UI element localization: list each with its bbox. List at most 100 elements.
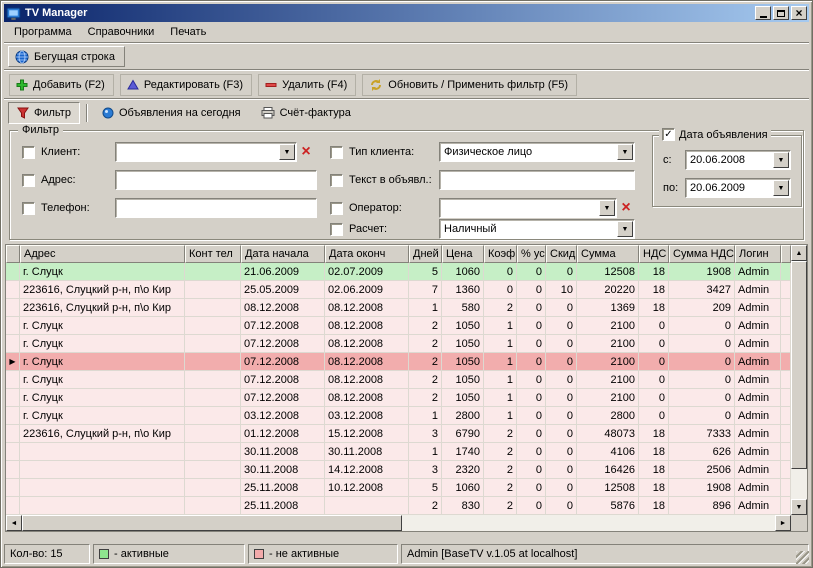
column-header[interactable]: Сумма НДС [669, 245, 735, 263]
grid-cell[interactable]: 08.12.2008 [241, 299, 325, 317]
date-from-combo[interactable]: 20.06.2008 ▼ [685, 150, 791, 170]
column-header[interactable]: Коэф [484, 245, 517, 263]
column-header[interactable]: НДС [639, 245, 669, 263]
grid-cell[interactable]: 580 [442, 299, 484, 317]
grid-cell[interactable]: 2 [409, 335, 442, 353]
grid-cell[interactable]: 626 [669, 443, 735, 461]
grid-cell[interactable]: 18 [639, 299, 669, 317]
grid-cell[interactable]: 0 [517, 353, 546, 371]
row-indicator[interactable] [6, 317, 20, 335]
grid-cell[interactable]: 0 [669, 335, 735, 353]
grid-cell[interactable]: 1360 [442, 281, 484, 299]
grid-cell[interactable]: 2100 [577, 389, 639, 407]
grid-cell[interactable]: 1369 [577, 299, 639, 317]
grid-cell[interactable]: 0 [546, 371, 577, 389]
grid-cell[interactable] [325, 497, 409, 515]
grid-cell[interactable]: 0 [517, 497, 546, 515]
menu-program[interactable]: Программа [6, 24, 80, 40]
chevron-down-icon[interactable]: ▼ [773, 152, 789, 168]
grid-cell[interactable]: г. Слуцк [20, 353, 185, 371]
grid-cell[interactable]: 25.05.2009 [241, 281, 325, 299]
grid-cell[interactable]: 2 [409, 389, 442, 407]
grid-cell[interactable]: 2100 [577, 317, 639, 335]
chevron-down-icon[interactable]: ▼ [617, 221, 633, 237]
row-indicator[interactable] [6, 389, 20, 407]
grid-cell[interactable]: 1060 [442, 479, 484, 497]
column-header[interactable]: Сумма [577, 245, 639, 263]
grid-cell[interactable]: 0 [639, 371, 669, 389]
grid-cell[interactable]: 08.12.2008 [325, 299, 409, 317]
grid-cell[interactable]: Admin [735, 353, 781, 371]
grid-cell[interactable]: 7333 [669, 425, 735, 443]
grid-cell[interactable]: 0 [546, 479, 577, 497]
grid-cell[interactable]: 25.11.2008 [241, 497, 325, 515]
grid-cell[interactable]: 0 [669, 317, 735, 335]
text-checkbox[interactable] [330, 173, 343, 187]
grid-cell[interactable]: 5 [409, 479, 442, 497]
grid-cell[interactable] [185, 443, 241, 461]
grid-cell[interactable]: 07.12.2008 [241, 317, 325, 335]
grid-cell[interactable]: 0 [517, 299, 546, 317]
grid-cell[interactable]: 2800 [442, 407, 484, 425]
grid-cell[interactable]: 2100 [577, 353, 639, 371]
grid-cell[interactable]: 0 [546, 461, 577, 479]
scroll-down-button[interactable]: ▼ [791, 499, 807, 515]
grid-cell[interactable]: 0 [517, 461, 546, 479]
grid-cell[interactable]: 25.11.2008 [241, 479, 325, 497]
grid-cell[interactable]: 07.12.2008 [241, 353, 325, 371]
grid-cell[interactable]: Admin [735, 425, 781, 443]
grid-cell[interactable] [185, 497, 241, 515]
grid-cell[interactable]: Admin [735, 461, 781, 479]
grid-cell[interactable]: 1 [484, 371, 517, 389]
grid-cell[interactable]: 48073 [577, 425, 639, 443]
grid-cell[interactable]: 08.12.2008 [325, 335, 409, 353]
grid-cell[interactable]: 1050 [442, 353, 484, 371]
date-checkbox[interactable]: ✓ [662, 128, 675, 141]
text-input[interactable] [439, 170, 635, 190]
maximize-button[interactable] [773, 6, 789, 20]
grid-cell[interactable]: 1 [409, 299, 442, 317]
grid-cell[interactable]: 223616, Слуцкий р-н, п\о Кир [20, 299, 185, 317]
menu-directories[interactable]: Справочники [80, 24, 163, 40]
grid-cell[interactable]: 2 [409, 371, 442, 389]
grid-cell[interactable]: 03.12.2008 [241, 407, 325, 425]
grid-cell[interactable]: 1050 [442, 371, 484, 389]
grid-cell[interactable]: 0 [484, 263, 517, 281]
grid-cell[interactable]: 0 [546, 497, 577, 515]
column-header[interactable]: Цена [442, 245, 484, 263]
grid-cell[interactable]: 223616, Слуцкий р-н, п\о Кир [20, 425, 185, 443]
grid-cell[interactable] [185, 461, 241, 479]
client-combo[interactable]: ▼ [115, 142, 297, 162]
grid-cell[interactable]: 0 [517, 263, 546, 281]
grid-cell[interactable]: 2 [484, 299, 517, 317]
client-clear-button[interactable]: × [297, 143, 315, 161]
grid-cell[interactable]: 20220 [577, 281, 639, 299]
grid-cell[interactable]: 6790 [442, 425, 484, 443]
chevron-down-icon[interactable]: ▼ [617, 144, 633, 160]
running-line-button[interactable]: Бегущая строка [8, 46, 125, 67]
vertical-scrollbar[interactable]: ▲ ▼ [791, 245, 807, 515]
grid-cell[interactable]: 0 [639, 353, 669, 371]
calc-checkbox[interactable] [330, 222, 343, 236]
client-type-combo[interactable]: Физическое лицо ▼ [439, 142, 635, 162]
phone-checkbox[interactable] [22, 201, 35, 215]
grid-cell[interactable]: г. Слуцк [20, 317, 185, 335]
operator-clear-button[interactable]: × [617, 199, 635, 217]
grid-cell[interactable]: 15.12.2008 [325, 425, 409, 443]
grid-cell[interactable]: Admin [735, 443, 781, 461]
grid-cell[interactable]: 2506 [669, 461, 735, 479]
grid-cell[interactable]: Admin [735, 389, 781, 407]
grid-cell[interactable]: 0 [517, 407, 546, 425]
client-checkbox[interactable] [22, 145, 35, 159]
close-button[interactable]: × [791, 6, 807, 20]
row-indicator[interactable] [6, 299, 20, 317]
grid-cell[interactable]: 0 [546, 389, 577, 407]
grid-cell[interactable] [185, 299, 241, 317]
grid-cell[interactable]: 4106 [577, 443, 639, 461]
grid-cell[interactable]: 1050 [442, 335, 484, 353]
grid-cell[interactable]: 1060 [442, 263, 484, 281]
grid-cell[interactable]: 08.12.2008 [325, 353, 409, 371]
grid-cell[interactable]: 0 [546, 353, 577, 371]
grid-cell[interactable]: 2 [484, 443, 517, 461]
grid-cell[interactable]: 07.12.2008 [241, 335, 325, 353]
